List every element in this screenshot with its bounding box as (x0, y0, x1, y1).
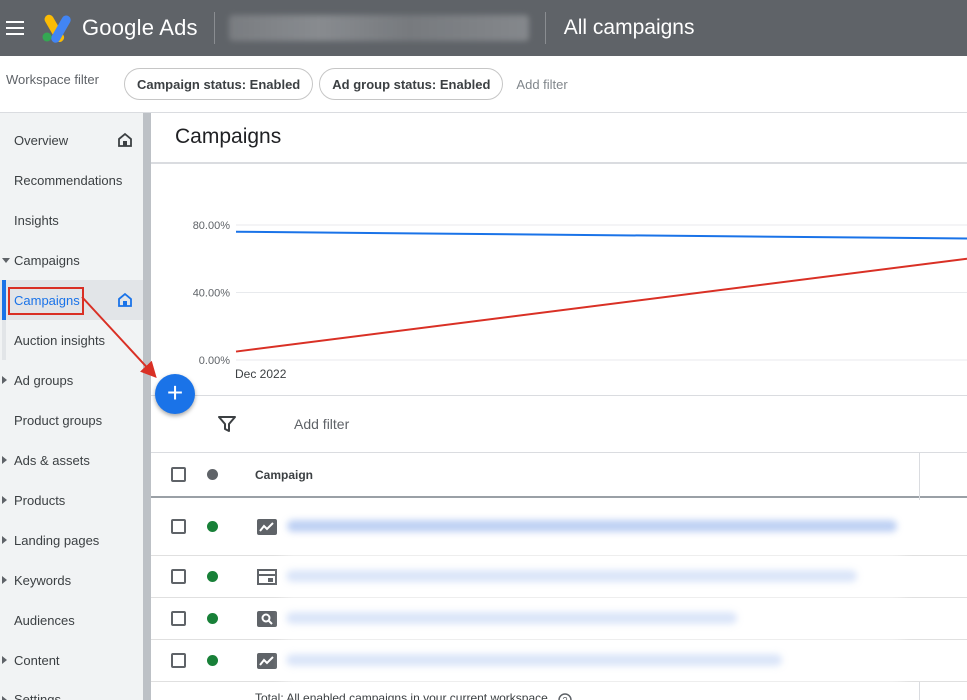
series-line-2 (235, 257, 967, 353)
sidebar-scrollbar[interactable] (143, 113, 151, 700)
performance-chart[interactable]: 0.00% 40.00% 80.00% Dec 2022 (151, 164, 967, 395)
display-icon (257, 569, 277, 585)
row-checkbox[interactable] (171, 653, 186, 668)
workspace-filter-label: Workspace filter (6, 71, 99, 87)
performance-max-icon (257, 519, 277, 535)
blur-overlay (283, 540, 903, 700)
annotation-arrow (81, 296, 157, 378)
caret-right-icon (2, 496, 7, 504)
sidebar-item-campaigns-group[interactable]: Campaigns (0, 240, 143, 280)
new-campaign-button[interactable]: + (155, 374, 195, 414)
status-enabled-dot (207, 655, 218, 666)
account-selector[interactable] (228, 15, 529, 41)
sidebar-item-label: Ad groups (14, 372, 74, 388)
status-column-icon[interactable] (207, 469, 218, 480)
google-ads-logo[interactable]: Google Ads (40, 13, 198, 43)
status-enabled-dot (207, 613, 218, 624)
series-line-1 (235, 230, 967, 240)
caret-down-icon (2, 258, 10, 263)
select-all-checkbox[interactable] (171, 467, 186, 482)
help-icon[interactable]: ? (558, 693, 572, 700)
row-checkbox[interactable] (171, 611, 186, 626)
sidebar-item-audiences[interactable]: Audiences (0, 600, 143, 640)
sidebar-item-label: Settings (14, 692, 61, 700)
row-checkbox[interactable] (171, 519, 186, 534)
sidebar-item-label: Keywords (14, 572, 72, 588)
sidebar-item-product-groups[interactable]: Product groups (0, 400, 143, 440)
sidebar-item-label: Landing pages (14, 532, 100, 548)
sidebar-item-settings[interactable]: Settings (0, 680, 143, 700)
table-total-label: Total: All enabled campaigns in your cur… (255, 691, 548, 700)
page-heading: All campaigns (563, 16, 695, 39)
add-table-filter-button[interactable]: Add filter (294, 416, 349, 432)
sidebar-item-label: Content (14, 652, 60, 668)
sidebar-item-label: Campaigns (14, 252, 80, 268)
sidebar-item-keywords[interactable]: Keywords (0, 560, 143, 600)
campaign-column-header[interactable]: Campaign (255, 468, 313, 482)
caret-right-icon (2, 656, 7, 664)
active-indicator (2, 280, 6, 320)
performance-max-icon (257, 653, 277, 669)
sidebar-item-products[interactable]: Products (0, 480, 143, 520)
table-filter-bar (151, 396, 967, 453)
row-checkbox[interactable] (171, 569, 186, 584)
sidebar-item-label: Recommendations (14, 172, 123, 188)
ad-group-status-chip[interactable]: Ad group status: Enabled (319, 68, 504, 100)
sidebar-item-insights[interactable]: Insights (0, 200, 143, 240)
sidebar-item-ads-assets[interactable]: Ads & assets (0, 440, 143, 480)
sidebar-item-content[interactable]: Content (0, 640, 143, 680)
sidebar-item-landing-pages[interactable]: Landing pages (0, 520, 143, 560)
caret-right-icon (2, 576, 7, 584)
sidebar-item-label: Products (14, 492, 66, 508)
search-icon (257, 611, 277, 627)
status-enabled-dot (207, 521, 218, 532)
brand-name: Google Ads (82, 15, 198, 40)
sidebar-item-recommendations[interactable]: Recommendations (0, 160, 143, 200)
divider (544, 12, 546, 44)
campaign-status-chip[interactable]: Campaign status: Enabled (124, 68, 314, 100)
campaign-name[interactable] (287, 520, 897, 532)
caret-right-icon (2, 376, 7, 384)
annotation-highlight (8, 287, 84, 315)
status-enabled-dot (207, 571, 218, 582)
sidebar-item-label: Overview (14, 132, 69, 148)
sidebar-item-overview[interactable]: Overview (0, 120, 143, 160)
page-title: Campaigns (175, 125, 282, 148)
divider (213, 12, 215, 44)
filter-funnel-icon[interactable] (218, 415, 236, 433)
sidebar-item-label: Audiences (14, 612, 75, 628)
add-workspace-filter-button[interactable]: Add filter (516, 77, 567, 92)
sidebar-item-label: Product groups (14, 412, 103, 428)
home-icon (118, 132, 132, 147)
sidebar-item-label: Ads & assets (14, 452, 90, 468)
plus-icon: + (166, 377, 184, 408)
y-tick-label: 0.00% (199, 355, 230, 367)
caret-right-icon (2, 456, 7, 464)
top-app-bar: Google Ads All campaigns (0, 0, 967, 56)
menu-icon[interactable] (0, 0, 30, 56)
y-tick-label: 80.00% (193, 220, 231, 232)
svg-text:?: ? (562, 696, 567, 700)
caret-right-icon (2, 696, 7, 700)
y-tick-label: 40.00% (193, 288, 231, 300)
sidebar-item-label: Insights (14, 212, 59, 228)
x-tick-label: Dec 2022 (235, 367, 287, 381)
workspace-filter-bar: Workspace filter Campaign status: Enable… (0, 56, 967, 113)
caret-right-icon (2, 536, 7, 544)
